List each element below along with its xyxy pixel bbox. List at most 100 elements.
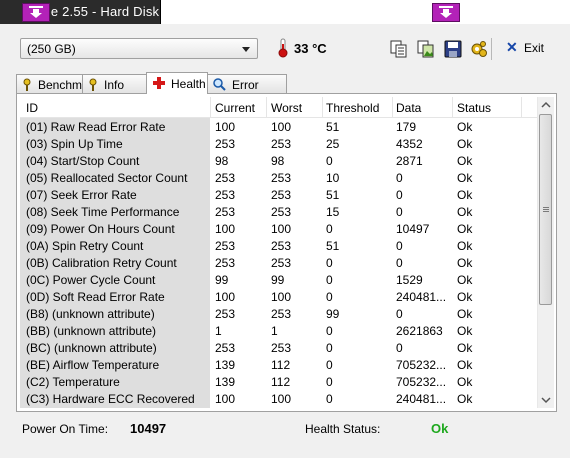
row-id: (07) Seek Error Rate — [26, 188, 137, 202]
minimize-arrow-button[interactable] — [22, 3, 50, 22]
row-worst: 112 — [271, 375, 291, 389]
row-id: (C2) Temperature — [26, 375, 120, 389]
column-header-data[interactable]: Data — [396, 101, 421, 115]
table-row[interactable]: (03) Spin Up Time 253 253 25 4352 Ok — [20, 135, 539, 152]
health-status-value: Ok — [431, 421, 449, 436]
column-header-id[interactable]: ID — [26, 101, 38, 115]
row-status: Ok — [457, 154, 473, 168]
column-divider — [322, 97, 323, 117]
smart-attributes-list[interactable]: ID Current Worst Threshold Data Status (… — [20, 97, 539, 408]
row-data: 10497 — [396, 222, 430, 236]
down-arrow-icon — [29, 6, 43, 18]
row-id: (0B) Calibration Retry Count — [26, 256, 177, 270]
row-worst: 253 — [271, 307, 292, 321]
table-row[interactable]: (07) Seek Error Rate 253 253 51 0 Ok — [20, 186, 539, 203]
tab-health[interactable]: Health — [146, 72, 208, 94]
copy-text-icon[interactable] — [389, 39, 409, 59]
toolbar: (250 GB) 33 °C ✕ Exit — [0, 24, 570, 68]
tab-error-scan[interactable]: Error Scan — [207, 74, 287, 106]
health-status-label: Health Status: — [305, 422, 381, 436]
row-status: Ok — [457, 222, 473, 236]
row-current: 253 — [215, 239, 236, 253]
tab-info[interactable]: Info — [82, 74, 147, 93]
row-threshold: 0 — [326, 324, 333, 338]
row-threshold: 0 — [326, 222, 333, 236]
row-current: 253 — [215, 256, 236, 270]
info-icon — [89, 78, 97, 91]
row-id: (0C) Power Cycle Count — [26, 273, 156, 287]
column-header-worst[interactable]: Worst — [271, 101, 302, 115]
row-worst: 253 — [271, 256, 292, 270]
table-row[interactable]: (BE) Airflow Temperature 139 112 0 705232...… — [20, 356, 539, 373]
row-status: Ok — [457, 256, 473, 270]
row-current: 1 — [215, 324, 222, 338]
row-worst: 253 — [271, 171, 292, 185]
restore-arrow-button[interactable] — [432, 3, 460, 22]
scroll-down-icon[interactable] — [538, 392, 554, 408]
column-divider — [210, 97, 211, 117]
table-row[interactable]: (BB) (unknown attribute) 1 1 0 2621863 Ok — [20, 322, 539, 339]
copy-image-icon[interactable] — [416, 39, 436, 59]
row-data: 240481... — [396, 392, 447, 406]
row-data: 179 — [396, 120, 417, 134]
chevron-down-icon[interactable] — [242, 47, 250, 52]
row-data: 0 — [396, 307, 403, 321]
row-id: (C3) Hardware ECC Recovered — [26, 392, 195, 406]
table-row[interactable]: (B8) (unknown attribute) 253 253 99 0 Ok — [20, 305, 539, 322]
row-data: 0 — [396, 171, 403, 185]
row-current: 100 — [215, 392, 236, 406]
row-threshold: 15 — [326, 205, 340, 219]
table-row[interactable]: (0D) Soft Read Error Rate 100 100 0 240481..… — [20, 288, 539, 305]
column-divider — [266, 97, 267, 117]
row-worst: 100 — [271, 392, 292, 406]
table-row[interactable]: (C2) Temperature 139 112 0 705232... Ok — [20, 373, 539, 390]
row-threshold: 25 — [326, 137, 340, 151]
column-header-status[interactable]: Status — [457, 101, 491, 115]
table-row[interactable]: (C3) Hardware ECC Recovered 100 100 0 240481… — [20, 390, 539, 407]
row-status: Ok — [457, 324, 473, 338]
row-worst: 98 — [271, 154, 285, 168]
row-status: Ok — [457, 307, 473, 321]
table-row[interactable]: (08) Seek Time Performance 253 253 15 0 Ok — [20, 203, 539, 220]
row-threshold: 99 — [326, 307, 340, 321]
row-worst: 253 — [271, 239, 292, 253]
row-id: (BC) (unknown attribute) — [26, 341, 157, 355]
row-worst: 253 — [271, 188, 292, 202]
save-icon[interactable] — [443, 39, 463, 59]
tab-benchmark[interactable]: Benchmark — [16, 74, 99, 93]
row-id: (BE) Airflow Temperature — [26, 358, 160, 372]
column-divider — [521, 97, 522, 117]
row-data: 705232... — [396, 375, 447, 389]
search-icon — [213, 78, 226, 91]
row-current: 139 — [215, 375, 236, 389]
scroll-up-icon[interactable] — [538, 97, 554, 113]
row-worst: 253 — [271, 137, 292, 151]
scrollbar-thumb[interactable] — [539, 114, 552, 305]
table-row[interactable]: (BC) (unknown attribute) 253 253 0 0 Ok — [20, 339, 539, 356]
row-id: (B8) (unknown attribute) — [26, 307, 155, 321]
table-row[interactable]: (04) Start/Stop Count 98 98 0 2871 Ok — [20, 152, 539, 169]
column-header-threshold[interactable]: Threshold — [326, 101, 379, 115]
table-row[interactable]: (05) Reallocated Sector Count 253 253 10 0 Ok — [20, 169, 539, 186]
row-current: 139 — [215, 358, 236, 372]
row-status: Ok — [457, 171, 473, 185]
column-header-current[interactable]: Current — [215, 101, 255, 115]
row-threshold: 0 — [326, 392, 333, 406]
row-data: 0 — [396, 188, 403, 202]
table-row[interactable]: (09) Power On Hours Count 100 100 0 10497 Ok — [20, 220, 539, 237]
row-status: Ok — [457, 290, 473, 304]
table-row[interactable]: (0A) Spin Retry Count 253 253 51 0 Ok — [20, 237, 539, 254]
row-threshold: 51 — [326, 188, 340, 202]
row-data: 240481... — [396, 290, 447, 304]
column-divider — [392, 97, 393, 117]
row-worst: 100 — [271, 120, 292, 134]
table-row[interactable]: (0C) Power Cycle Count 99 99 0 1529 Ok — [20, 271, 539, 288]
row-current: 100 — [215, 290, 236, 304]
row-threshold: 10 — [326, 171, 340, 185]
table-row[interactable]: (01) Raw Read Error Rate 100 100 51 179 Ok — [20, 118, 539, 135]
options-icon[interactable] — [469, 39, 489, 59]
vertical-scrollbar[interactable] — [537, 97, 554, 408]
drive-select[interactable]: (250 GB) — [20, 38, 258, 59]
tab-label: Health — [171, 77, 206, 91]
table-row[interactable]: (0B) Calibration Retry Count 253 253 0 0 Ok — [20, 254, 539, 271]
